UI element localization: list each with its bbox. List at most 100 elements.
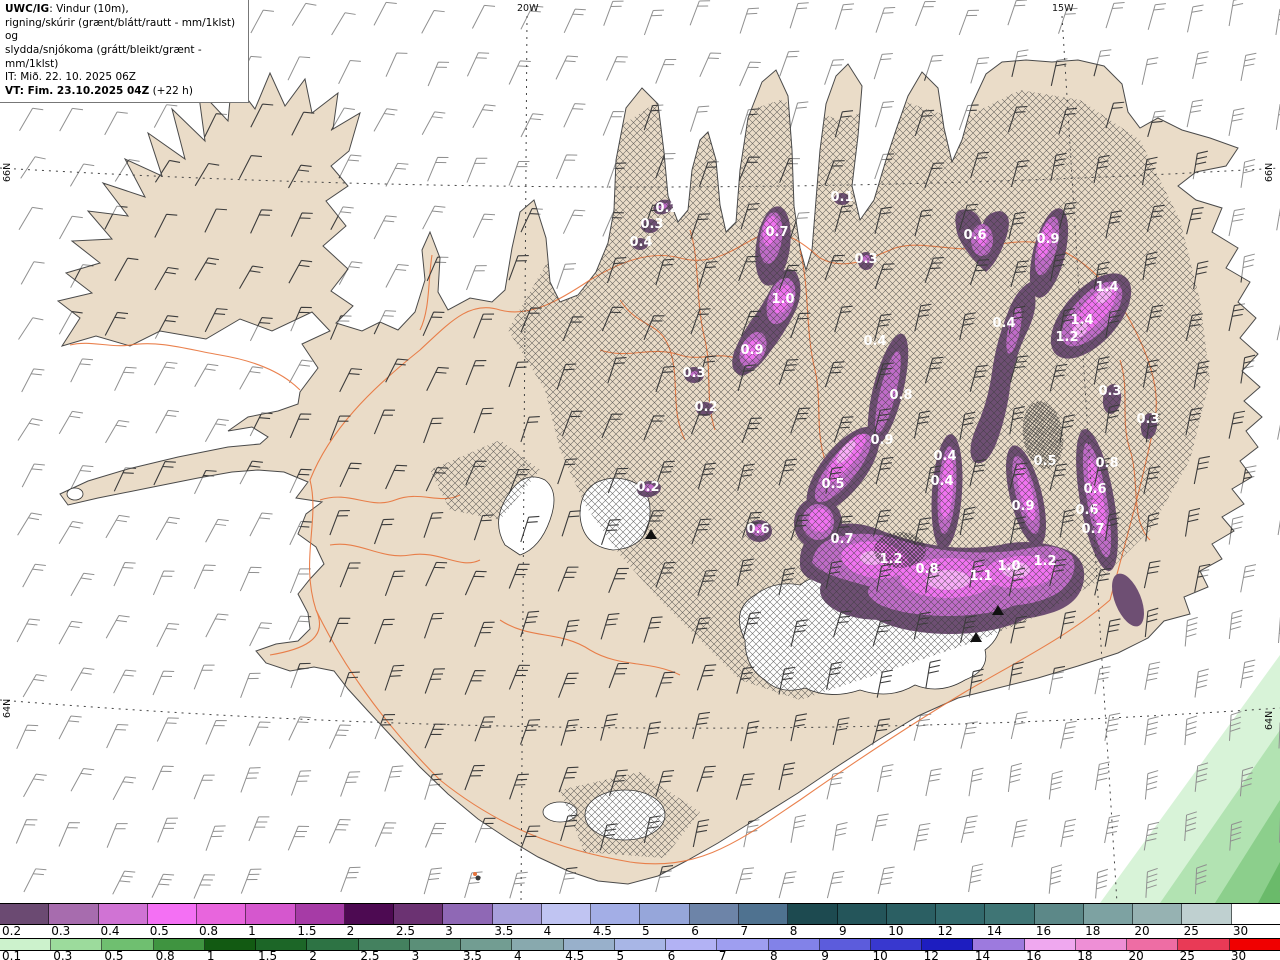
sleet-snow-segment bbox=[394, 904, 444, 924]
title-line-3: slydda/snjókoma (grátt/bleikt/grænt - mm… bbox=[5, 43, 202, 70]
rain-scale-labels: 0.1 0.3 0.5 0.8 1 1.5 2 2.5 3 3.5 4 4.5 5 6 7 8 9 10 12 14 1… bbox=[0, 949, 1280, 960]
precip-value-label: 0.2 bbox=[636, 480, 659, 495]
rain-segment-label: 2 bbox=[309, 949, 317, 960]
precip-value-label: 0.9 bbox=[740, 343, 763, 358]
precip-value-label: 1.2 bbox=[879, 552, 902, 567]
sleet-snow-segment-label: 30 bbox=[1232, 924, 1249, 938]
title-line-4: IT: Mið. 22. 10. 2025 06Z bbox=[5, 71, 136, 84]
precip-value-label: 0.5 bbox=[821, 477, 844, 492]
precip-value-label: 0.6 bbox=[1075, 503, 1098, 518]
sleet-snow-segment bbox=[98, 904, 148, 924]
sleet-snow-segment bbox=[837, 904, 887, 924]
title-line-5: VT: Fim. 23.10.2025 04Z (+22 h) bbox=[5, 84, 193, 97]
sleet-snow-segment-label: 1 bbox=[248, 924, 256, 938]
rain-segment-label: 14 bbox=[974, 949, 991, 960]
rain-segment-label: 5 bbox=[616, 949, 625, 960]
rain-segment-label: 30 bbox=[1230, 949, 1247, 960]
sleet-snow-segment bbox=[788, 904, 838, 924]
sleet-snow-segment-label: 16 bbox=[1035, 924, 1052, 938]
sleet-snow-segment bbox=[1182, 904, 1232, 924]
precip-value-label: 0.3 bbox=[854, 252, 877, 267]
precip-value-label: 0.3 bbox=[682, 366, 705, 381]
meridian-label: 15W bbox=[1052, 3, 1074, 14]
sleet-snow-segment-label: 25 bbox=[1183, 924, 1199, 938]
precip-value-label: 1.2 bbox=[1055, 330, 1078, 345]
sleet-snow-segment-label: 3.5 bbox=[494, 924, 514, 938]
sleet-snow-segment bbox=[147, 904, 198, 924]
sleet-snow-segment-label: 20 bbox=[1134, 924, 1150, 938]
rain-segment-label: 9 bbox=[821, 949, 829, 960]
precip-value-label: 0.9 bbox=[870, 433, 893, 448]
sleet-snow-segment bbox=[886, 904, 937, 924]
sleet-snow-segment-label: 2.5 bbox=[395, 924, 415, 938]
precip-value-label: 0.4 bbox=[992, 316, 1015, 331]
sleet-snow-segment-label: 1.5 bbox=[297, 924, 317, 938]
rain-segment-label: 4.5 bbox=[565, 949, 585, 960]
precip-value-label: 0.4 bbox=[930, 474, 953, 489]
rain-segment-label: 16 bbox=[1026, 949, 1042, 960]
precip-value-label: 0.5 bbox=[1033, 454, 1056, 469]
precip-value-label: 0.7 bbox=[765, 225, 788, 240]
precip-value-label: 1.1 bbox=[969, 569, 992, 584]
rain-segment-label: 10 bbox=[872, 949, 888, 960]
precip-value-label: 0.7 bbox=[1081, 522, 1104, 537]
precip-value-label: 0.2 bbox=[655, 201, 678, 216]
sleet-snow-segment bbox=[689, 904, 739, 924]
sleet-snow-segment bbox=[738, 904, 789, 924]
precip-value-label: 1.0 bbox=[771, 292, 794, 307]
sleet-snow-segment-label: 3 bbox=[445, 924, 453, 938]
precip-value-label: 0.2 bbox=[694, 400, 717, 415]
sleet-snow-scale-bar bbox=[0, 903, 1280, 925]
rain-segment-label: 6 bbox=[667, 949, 676, 960]
sleet-snow-segment bbox=[344, 904, 395, 924]
precip-value-label: 0.9 bbox=[1036, 232, 1059, 247]
parallel-label: 64N bbox=[2, 699, 13, 718]
sleet-snow-segment bbox=[1133, 904, 1183, 924]
sleet-snow-segment-label: 9 bbox=[838, 924, 847, 938]
parallel-label: 66N bbox=[2, 163, 13, 182]
sleet-snow-segment-label: 4.5 bbox=[592, 924, 612, 938]
sleet-snow-scale-labels: 0.2 0.3 0.4 0.5 0.8 1 1.5 2 2.5 3 3.5 4 4.5 5 6 7 8 9 10 12… bbox=[0, 925, 1280, 938]
precip-value-label: 0.8 bbox=[1095, 456, 1118, 471]
precip-value-label: 0.6 bbox=[1083, 482, 1106, 497]
parallel-label: 64N bbox=[1264, 711, 1275, 730]
rain-segment-label: 0.5 bbox=[104, 949, 124, 960]
sleet-snow-segment bbox=[985, 904, 1035, 924]
sleet-snow-segment-label: 0.2 bbox=[2, 924, 22, 938]
sleet-snow-segment-label: 0.3 bbox=[51, 924, 71, 938]
precip-value-label: 1.4 bbox=[1095, 280, 1118, 295]
sleet-snow-segment-label: 10 bbox=[888, 924, 904, 938]
precip-value-label: 0.9 bbox=[1011, 499, 1034, 514]
weather-map-screenshot: 0.2 0.3 0.4 0.7 0.1 0.3 1.0 0.9 0.3 0.2 0.2 0.6 0.7 1… bbox=[0, 0, 1280, 960]
rain-segment-label: 0.3 bbox=[53, 949, 73, 960]
precip-value-label: 0.7 bbox=[830, 532, 853, 547]
sleet-snow-segment-label: 0.5 bbox=[149, 924, 169, 938]
sleet-snow-segment-label: 14 bbox=[986, 924, 1002, 938]
sleet-snow-segment bbox=[295, 904, 345, 924]
sleet-snow-segment bbox=[492, 904, 542, 924]
precip-value-label: 0.4 bbox=[933, 449, 956, 464]
sleet-snow-segment bbox=[197, 904, 247, 924]
title-line-1: UWC/IG: Vindur (10m), bbox=[5, 3, 129, 15]
rain-segment-label: 12 bbox=[923, 949, 939, 960]
rain-segment-label: 3.5 bbox=[462, 949, 482, 960]
sleet-snow-segment-label: 4 bbox=[543, 924, 552, 938]
rain-segment-label: 4 bbox=[514, 949, 522, 960]
color-scales: 0.2 0.3 0.4 0.5 0.8 1 1.5 2 2.5 3 3.5 4 4.5 5 6 7 8 9 10 12… bbox=[0, 903, 1280, 960]
rain-segment-label: 0.8 bbox=[155, 949, 175, 960]
rain-segment-label: 1.5 bbox=[258, 949, 278, 960]
precip-value-label: 1.4 bbox=[1070, 313, 1093, 328]
rain-segment-label: 18 bbox=[1077, 949, 1093, 960]
rain-segment-label: 7 bbox=[718, 949, 727, 960]
precip-value-label: 0.3 bbox=[1098, 384, 1121, 399]
weather-map: 0.20.30.40.70.10.31.00.90.30.20.20.60.71… bbox=[0, 0, 1280, 903]
precip-value-label: 0.6 bbox=[963, 228, 986, 243]
precip-value-label: 0.4 bbox=[863, 334, 886, 349]
sleet-snow-segment bbox=[541, 904, 592, 924]
sleet-snow-segment bbox=[591, 904, 641, 924]
sleet-snow-segment bbox=[49, 904, 99, 924]
sleet-snow-segment-label: 12 bbox=[937, 924, 953, 938]
sleet-snow-segment-label: 18 bbox=[1085, 924, 1101, 938]
precip-value-label: 0.4 bbox=[629, 235, 652, 250]
precip-value-label: 1.0 bbox=[997, 559, 1020, 574]
